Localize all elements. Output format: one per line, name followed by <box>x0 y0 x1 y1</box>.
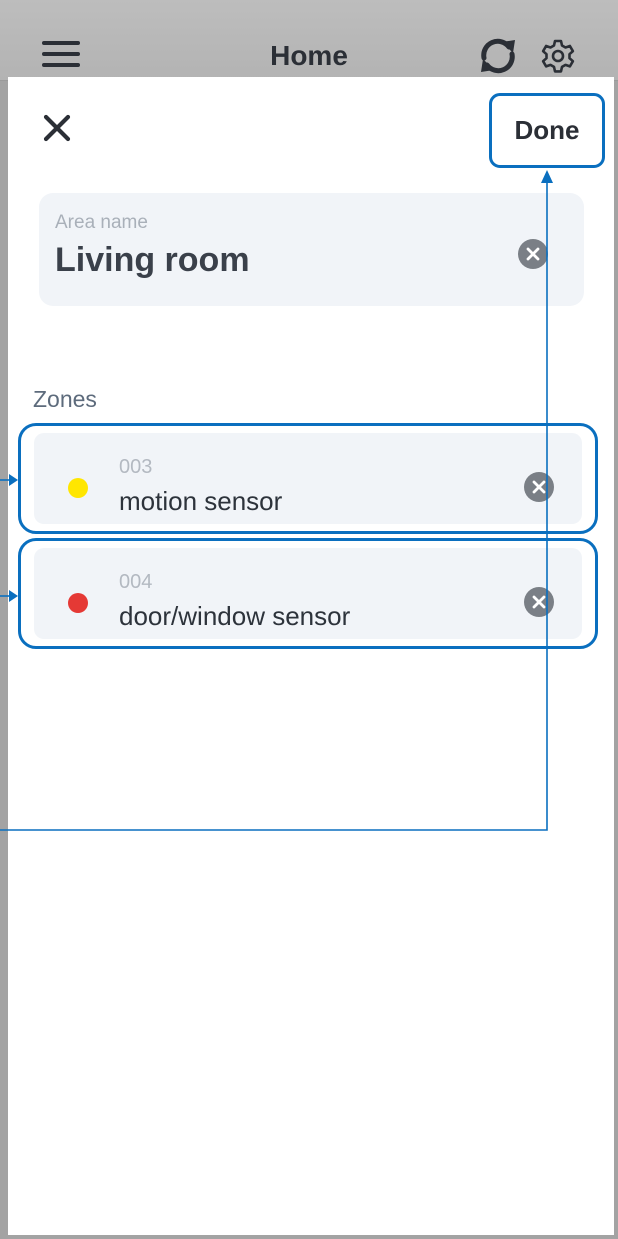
app-bar: Home <box>0 0 618 81</box>
zone-name: door/window sensor <box>119 601 351 631</box>
zone-code: 003 <box>119 456 153 478</box>
zone-status-dot <box>68 593 88 613</box>
zone-item[interactable]: 003 motion sensor <box>18 423 598 534</box>
zone-status-dot <box>68 478 88 498</box>
page-title: Home <box>270 40 348 71</box>
zone-item-body: 004 door/window sensor <box>34 548 582 639</box>
done-button[interactable]: Done <box>489 93 605 168</box>
area-name-label: Area name <box>55 212 148 233</box>
clear-area-name-icon[interactable] <box>518 239 548 269</box>
refresh-icon[interactable] <box>476 36 520 76</box>
area-name-field[interactable]: Area name Living room <box>39 193 584 306</box>
zone-item-body: 003 motion sensor <box>34 433 582 524</box>
zone-item[interactable]: 004 door/window sensor <box>18 538 598 649</box>
zone-name: motion sensor <box>119 486 283 516</box>
zone-code: 004 <box>119 571 153 593</box>
gear-icon[interactable] <box>540 38 576 74</box>
area-name-value[interactable]: Living room <box>55 241 250 280</box>
close-icon[interactable] <box>42 113 72 143</box>
zones-heading: Zones <box>33 386 97 412</box>
remove-zone-icon[interactable] <box>524 472 554 502</box>
remove-zone-icon[interactable] <box>524 587 554 617</box>
